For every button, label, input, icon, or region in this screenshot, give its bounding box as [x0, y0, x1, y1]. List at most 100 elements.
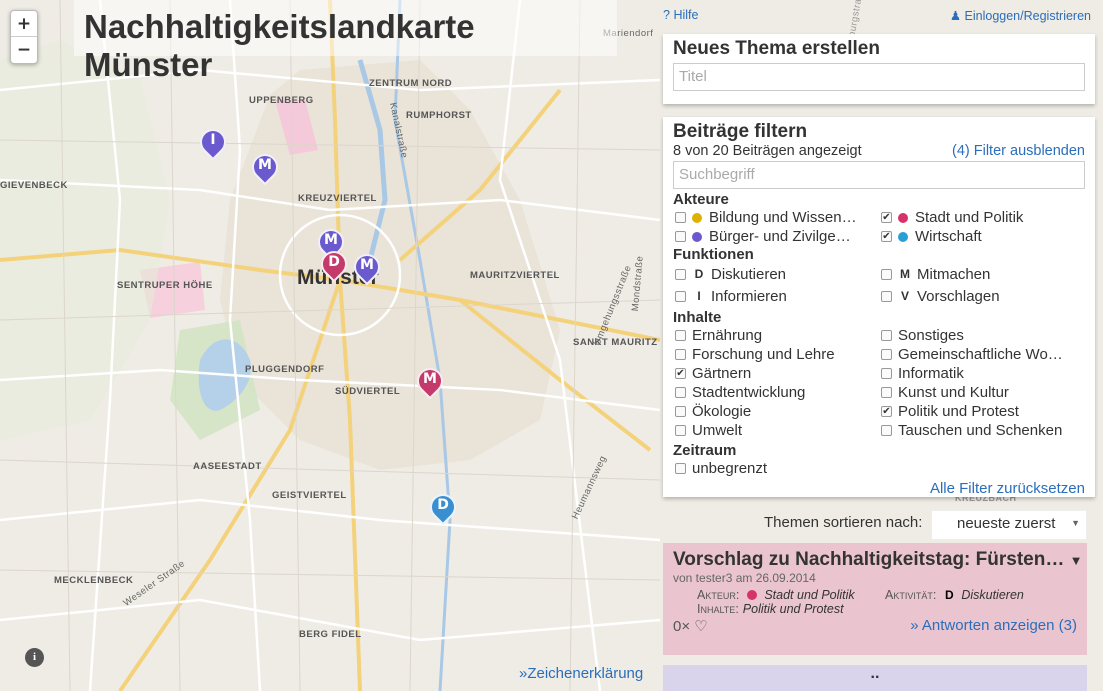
checkbox[interactable] [675, 387, 686, 398]
district-label: AASEESTADT [193, 461, 262, 472]
page-title: Nachhaltigkeitslandkarte Münster [74, 0, 617, 83]
checkbox[interactable] [881, 268, 892, 280]
actor-checkbox-row[interactable]: Bürger- und Zivilge… [673, 227, 879, 246]
legend-link[interactable]: »Zeichenerklärung [519, 665, 643, 682]
show-replies-link[interactable]: » Antworten anzeigen (3) [910, 617, 1077, 635]
next-post-card[interactable]: .. [663, 665, 1087, 691]
district-label: MAURITZVIERTEL [470, 270, 560, 281]
map-marker[interactable]: M [246, 148, 284, 190]
checkbox[interactable] [675, 406, 686, 417]
content-checkbox-row[interactable]: Stadtentwicklung [673, 383, 879, 402]
checkbox[interactable] [675, 212, 686, 223]
checkbox[interactable] [675, 425, 686, 436]
contents-label: Inhalte: [697, 602, 739, 616]
checkbox[interactable] [881, 330, 892, 341]
chevron-down-icon: ▼ [1071, 518, 1080, 528]
function-checkbox-row[interactable]: M Mitmachen [879, 263, 1085, 285]
map-marker[interactable]: M [348, 248, 386, 290]
period-heading: Zeitraum [673, 442, 737, 459]
function-checkbox-row[interactable]: V Vorschlagen [879, 285, 1085, 307]
map-marker[interactable]: D [315, 245, 353, 287]
actor-color-dot [898, 231, 908, 242]
checkbox[interactable] [881, 290, 892, 302]
content-checkbox-row[interactable]: Umwelt [673, 421, 879, 440]
content-label: Gemeinschaftliche Wo… [898, 346, 1063, 363]
heart-icon[interactable]: ♡ [694, 618, 707, 635]
zoom-control: + − [10, 10, 38, 64]
checkbox[interactable] [675, 330, 686, 341]
info-icon[interactable]: i [25, 648, 44, 667]
actor-checkbox-row[interactable]: ✔ Stadt und Politik [879, 208, 1085, 227]
function-letter: V [900, 289, 909, 303]
function-label: Informieren [711, 287, 787, 305]
content-checkbox-row[interactable]: Ökologie [673, 402, 879, 421]
content-label: Politik und Protest [898, 403, 1019, 420]
map-marker[interactable]: D [424, 488, 462, 530]
zoom-in-button[interactable]: + [11, 11, 37, 37]
checkbox[interactable] [881, 349, 892, 360]
function-letter: I [697, 289, 701, 303]
login-link[interactable]: ♟ Einloggen/Registrieren [950, 8, 1091, 23]
actor-label: Stadt und Politik [915, 209, 1024, 226]
content-label: Tauschen und Schenken [898, 422, 1063, 439]
content-checkbox-row[interactable]: Ernährung [673, 326, 879, 345]
post-title[interactable]: Vorschlag zu Nachhaltigkeitstag: Fürsten… [673, 549, 1064, 570]
checkbox[interactable]: ✔ [881, 406, 892, 417]
activity-value: Diskutieren [961, 588, 1024, 602]
search-input[interactable]: Suchbegriff [673, 161, 1085, 189]
content-checkbox-row[interactable]: Informatik [879, 364, 1085, 383]
content-checkbox-row[interactable]: Sonstiges [879, 326, 1085, 345]
checkbox[interactable]: ✔ [881, 231, 892, 242]
district-label: UPPENBERG [249, 95, 314, 106]
content-checkbox-row[interactable]: Kunst und Kultur [879, 383, 1085, 402]
marker-letter: M [360, 257, 374, 273]
marker-letter: M [324, 232, 338, 248]
post-card[interactable]: Vorschlag zu Nachhaltigkeitstag: Fürsten… [663, 543, 1087, 655]
sort-select[interactable]: neueste zuerst ▼ [931, 510, 1087, 540]
checkbox[interactable] [675, 463, 686, 474]
new-topic-panel: Neues Thema erstellen Titel [663, 34, 1095, 104]
function-checkbox-row[interactable]: I Informieren [673, 285, 879, 307]
function-label: Mitmachen [917, 265, 991, 283]
title-input[interactable]: Titel [673, 63, 1085, 91]
post-byline: von tester3 am 26.09.2014 [673, 571, 816, 585]
checkbox[interactable] [675, 268, 686, 280]
district-label: RUMPHORST [406, 110, 472, 121]
actor-label: Bürger- und Zivilge… [709, 228, 851, 245]
top-links: ? Hilfe ♟ Einloggen/Registrieren [663, 8, 1093, 23]
content-checkbox-row[interactable]: ✔ Politik und Protest [879, 402, 1085, 421]
checkbox[interactable] [675, 231, 686, 242]
actor-checkbox-row[interactable]: Bildung und Wissen… [673, 208, 879, 227]
checkbox[interactable] [881, 368, 892, 379]
hide-filter-link[interactable]: (4) Filter ausblenden [952, 143, 1085, 159]
content-checkbox-row[interactable]: ✔ Gärtnern [673, 364, 879, 383]
actor-checkbox-row[interactable]: ✔ Wirtschaft [879, 227, 1085, 246]
map-marker[interactable]: M [411, 362, 449, 404]
content-checkbox-row[interactable]: Forschung und Lehre [673, 345, 879, 364]
reset-filters-link[interactable]: Alle Filter zurücksetzen [673, 480, 1085, 497]
checkbox[interactable]: ✔ [675, 368, 686, 379]
user-icon: ♟ [949, 9, 962, 23]
checkbox[interactable] [675, 290, 686, 302]
zoom-out-button[interactable]: − [11, 37, 37, 63]
sort-value: neueste zuerst [957, 515, 1056, 532]
caret-down-icon[interactable]: ▼ [1070, 553, 1083, 568]
district-label: SENTRUPER HÖHE [117, 280, 213, 291]
content-label: Sonstiges [898, 327, 964, 344]
district-label: GEISTVIERTEL [272, 490, 347, 501]
content-label: Gärtnern [692, 365, 752, 382]
checkbox[interactable] [881, 387, 892, 398]
checkbox[interactable] [881, 425, 892, 436]
content-label: Ernährung [692, 327, 763, 344]
checkbox[interactable]: ✔ [881, 212, 892, 223]
map-marker[interactable]: I [194, 123, 232, 165]
content-checkbox-row[interactable]: Gemeinschaftliche Wo… [879, 345, 1085, 364]
actor-color-dot [692, 212, 702, 223]
function-checkbox-row[interactable]: D Diskutieren [673, 263, 879, 285]
content-checkbox-row[interactable]: Tauschen und Schenken [879, 421, 1085, 440]
period-checkbox[interactable]: unbegrenzt [673, 459, 879, 478]
checkbox[interactable] [675, 349, 686, 360]
activity-letter: D [944, 588, 954, 602]
help-link[interactable]: ? Hilfe [663, 8, 698, 22]
content-label: Umwelt [692, 422, 743, 439]
